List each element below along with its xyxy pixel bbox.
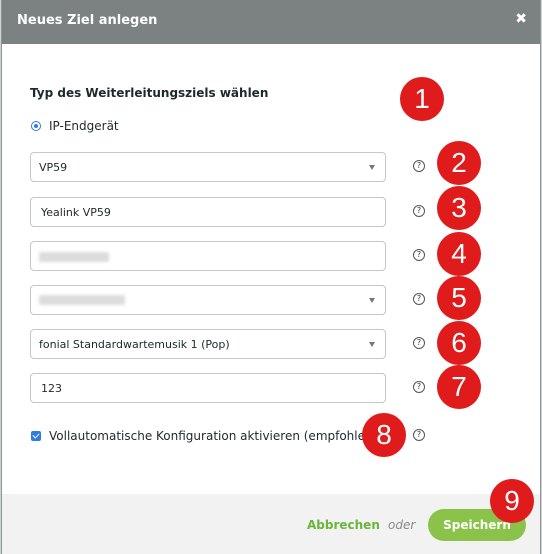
radio-ip-endgeraet[interactable]: IP-Endgerät xyxy=(31,119,119,133)
hold-music-value: fonial Standardwartemusik 1 (Pop) xyxy=(39,337,230,351)
annotation-badge-9: 9 xyxy=(490,479,534,523)
help-icon[interactable]: ? xyxy=(413,160,425,172)
device-name-field[interactable] xyxy=(30,197,386,227)
annotation-badge-7: 7 xyxy=(437,365,481,409)
close-icon[interactable]: ✖ xyxy=(515,11,527,27)
help-icon[interactable]: ? xyxy=(413,293,425,305)
section-title: Typ des Weiterleitungsziels wählen xyxy=(30,86,269,100)
annotation-badge-5: 5 xyxy=(437,276,481,320)
device-name-input[interactable] xyxy=(31,198,385,226)
annotation-badge-6: 6 xyxy=(437,321,481,365)
redacted-value xyxy=(39,294,125,305)
annotation-badge-2: 2 xyxy=(437,141,481,185)
device-model-select[interactable]: VP59 xyxy=(30,152,386,182)
chevron-down-icon xyxy=(369,297,375,303)
number-input[interactable] xyxy=(31,374,385,402)
dialog-title: Neues Ziel anlegen xyxy=(17,13,158,28)
redacted-select[interactable] xyxy=(30,285,386,315)
or-label: oder xyxy=(388,518,416,532)
redacted-input-field[interactable] xyxy=(30,241,386,271)
dialog-header: Neues Ziel anlegen ✖ xyxy=(2,0,540,44)
dialog-footer: Abbrechen oder Speichern 9 xyxy=(2,479,540,554)
help-icon[interactable]: ? xyxy=(413,337,425,349)
auto-config-checkbox-row[interactable]: Vollautomatische Konfiguration aktiviere… xyxy=(31,429,377,443)
help-icon[interactable]: ? xyxy=(413,249,425,261)
radio-button[interactable] xyxy=(31,121,41,131)
cancel-button[interactable]: Abbrechen xyxy=(307,518,380,532)
hold-music-select[interactable]: fonial Standardwartemusik 1 (Pop) xyxy=(30,329,386,359)
chevron-down-icon xyxy=(369,341,375,347)
annotation-badge-8: 8 xyxy=(362,413,406,457)
redacted-value xyxy=(39,252,109,262)
number-field[interactable] xyxy=(30,373,386,403)
help-icon[interactable]: ? xyxy=(413,381,425,393)
dialog: Neues Ziel anlegen ✖ Typ des Weiterleitu… xyxy=(1,0,541,554)
auto-config-label: Vollautomatische Konfiguration aktiviere… xyxy=(49,429,378,443)
annotation-badge-3: 3 xyxy=(437,186,481,230)
help-icon[interactable]: ? xyxy=(413,429,425,441)
redacted-select-value xyxy=(39,293,369,308)
chevron-down-icon xyxy=(369,164,375,170)
annotation-badge-1: 1 xyxy=(400,77,444,121)
device-model-value: VP59 xyxy=(39,160,68,174)
auto-config-checkbox[interactable] xyxy=(31,431,41,441)
help-icon[interactable]: ? xyxy=(413,205,425,217)
radio-label: IP-Endgerät xyxy=(49,119,119,133)
annotation-badge-4: 4 xyxy=(437,232,481,276)
